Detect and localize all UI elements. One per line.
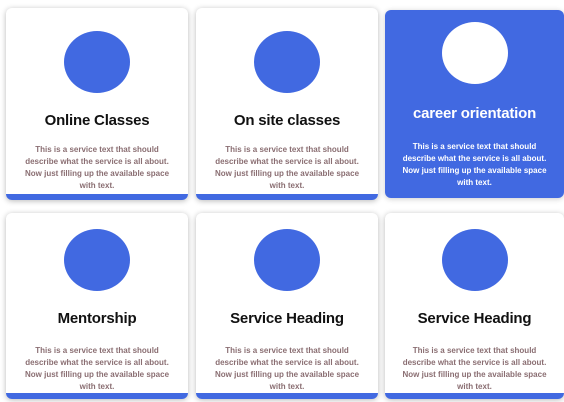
service-card-description: This is a service text that should descr… — [402, 142, 547, 187]
card-accent-bar — [196, 393, 378, 399]
circle-icon — [441, 229, 508, 291]
service-card-title: Service Heading — [230, 310, 344, 327]
service-card-title: Service Heading — [417, 310, 532, 327]
card-accent-bar — [6, 194, 188, 200]
circle-icon — [441, 22, 508, 84]
circle-icon — [254, 31, 320, 93]
service-card-title: On site classes — [233, 112, 341, 129]
service-card-title: Mentorship — [57, 310, 137, 327]
card-accent-bar — [196, 194, 378, 200]
service-card-title: career orientation — [412, 105, 537, 122]
service-card-online-classes[interactable]: Online Classes This is a service text th… — [6, 8, 188, 200]
service-card-service-heading-2[interactable]: Service Heading This is a service text t… — [385, 213, 564, 399]
service-card-mentorship[interactable]: Mentorship This is a service text that s… — [6, 213, 188, 399]
circle-icon — [64, 31, 130, 93]
service-card-career-orientation[interactable]: career orientation This is a service tex… — [385, 10, 564, 198]
service-card-description: This is a service text that should descr… — [214, 145, 360, 190]
service-card-description: This is a service text that should descr… — [402, 346, 547, 391]
service-card-description: This is a service text that should descr… — [24, 145, 170, 190]
circle-icon — [254, 229, 320, 291]
circle-icon — [64, 229, 130, 291]
services-grid: Online Classes This is a service text th… — [0, 0, 564, 402]
service-card-description: This is a service text that should descr… — [214, 346, 360, 391]
card-accent-bar — [385, 393, 564, 399]
service-card-title: Online Classes — [44, 112, 150, 129]
card-accent-bar — [6, 393, 188, 399]
service-card-on-site-classes[interactable]: On site classes This is a service text t… — [196, 8, 378, 200]
service-card-description: This is a service text that should descr… — [24, 346, 170, 391]
service-card-service-heading[interactable]: Service Heading This is a service text t… — [196, 213, 378, 399]
